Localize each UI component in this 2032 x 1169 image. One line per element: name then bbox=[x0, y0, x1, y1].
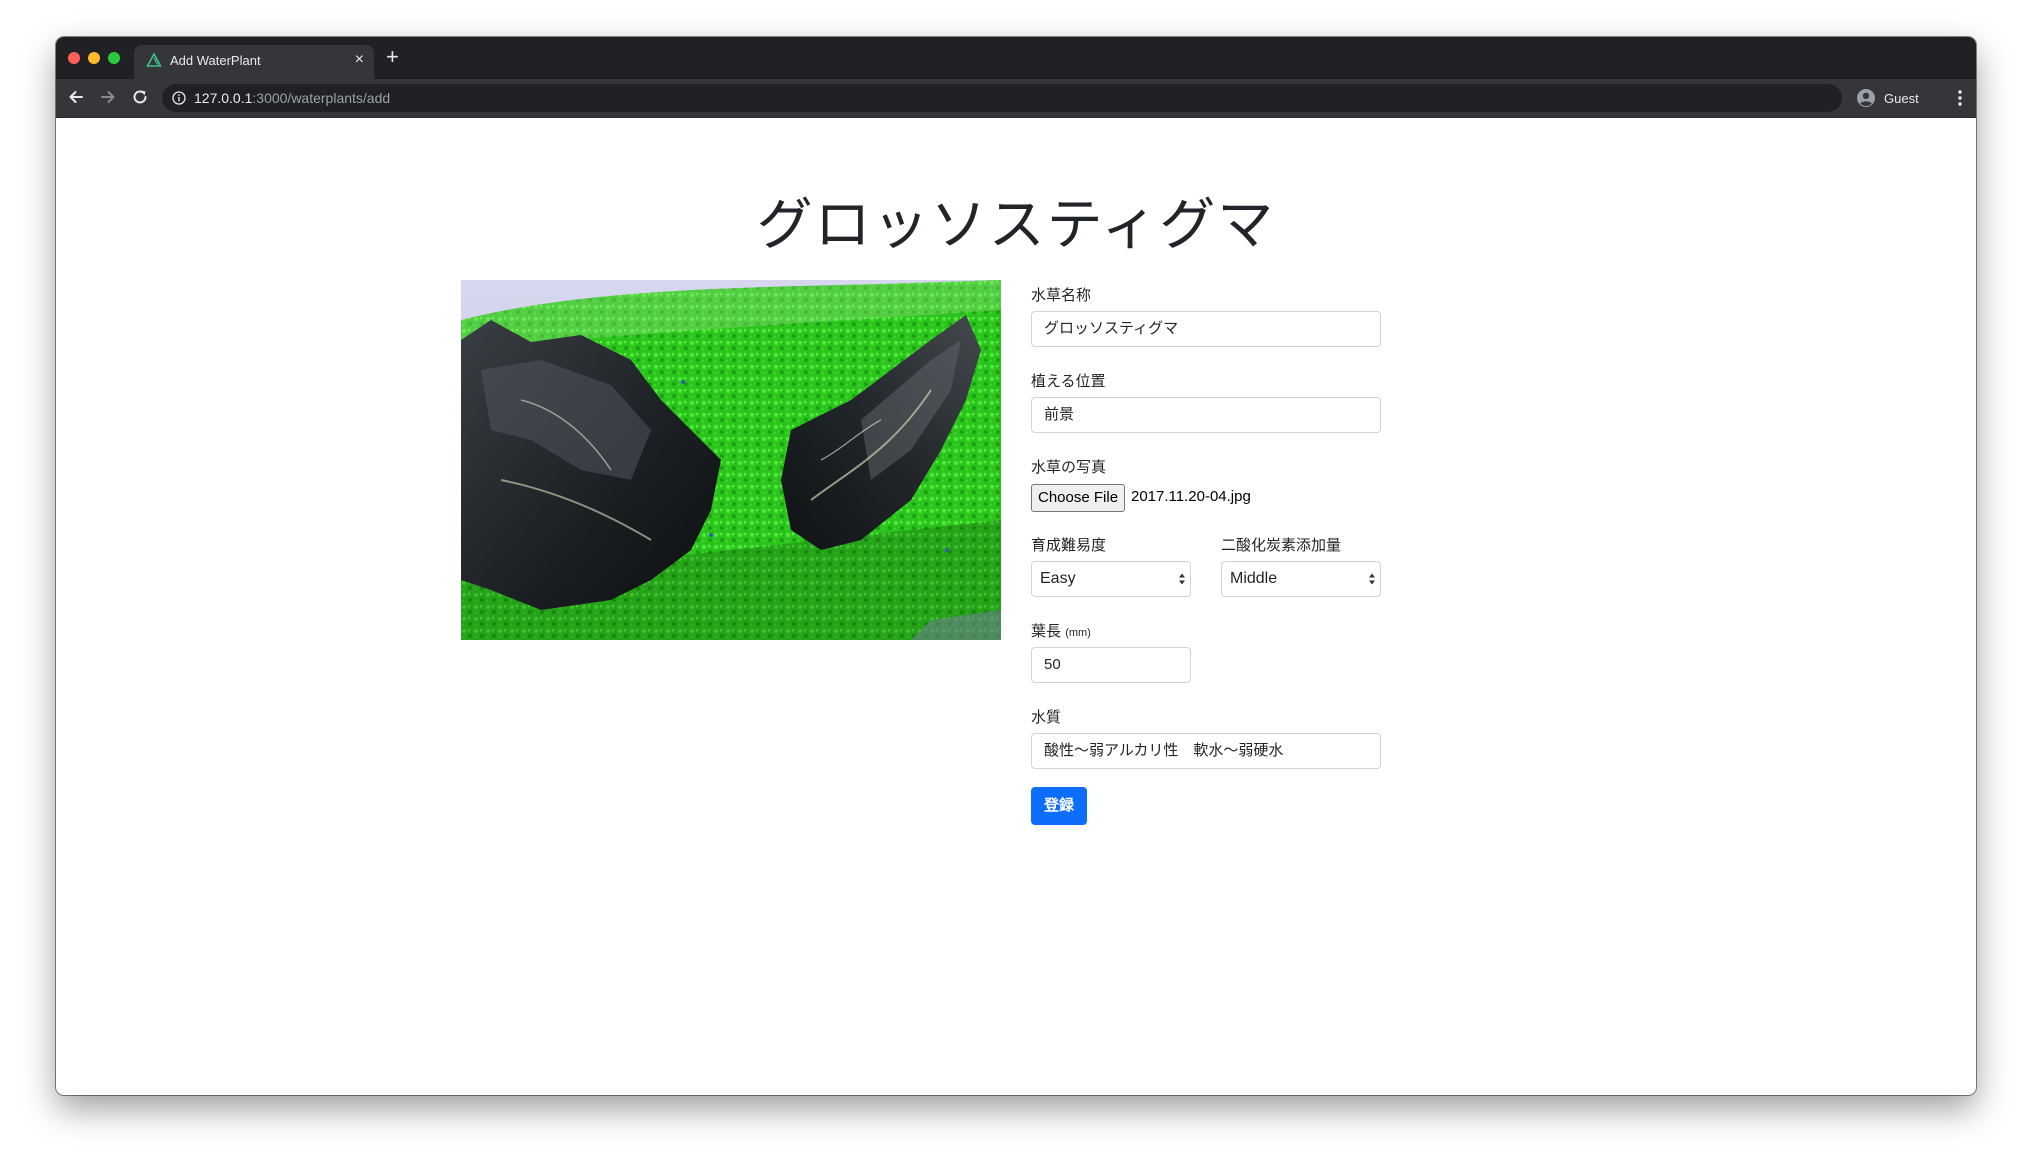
position-input[interactable]: 前景 bbox=[1031, 397, 1381, 433]
arrow-right-icon[interactable] bbox=[98, 87, 118, 107]
choose-file-button[interactable]: Choose File bbox=[1031, 484, 1126, 512]
page-viewport: グロッソスティグマ 水草名称 グロッソスティグマ 植える位置 前景 水草の写真 … bbox=[56, 118, 1976, 1095]
leaf-length-label-text: 葉長 bbox=[1031, 623, 1062, 640]
url-host: 127.0.0.1 bbox=[194, 90, 253, 106]
url-path: :3000/waterplants/add bbox=[252, 90, 391, 106]
co2-label: 二酸化炭素添加量 bbox=[1221, 537, 1342, 554]
tab-add-waterplant[interactable]: Add WaterPlant × bbox=[134, 45, 374, 79]
triangle-icon bbox=[146, 52, 162, 67]
tab-strip: Add WaterPlant × + bbox=[56, 37, 1976, 79]
selected-file-name: 2017.11.20-04.jpg bbox=[1131, 488, 1251, 505]
co2-selected-value: Middle bbox=[1230, 570, 1278, 587]
select-arrows-icon bbox=[1369, 573, 1375, 585]
photo-label: 水草の写真 bbox=[1031, 459, 1107, 476]
water-quality-input[interactable]: 酸性〜弱アルカリ性 軟水〜弱硬水 bbox=[1031, 733, 1381, 769]
info-icon[interactable] bbox=[172, 91, 186, 105]
submit-button[interactable]: 登録 bbox=[1031, 787, 1087, 825]
close-window-button[interactable] bbox=[68, 52, 80, 64]
profile-label: Guest bbox=[1884, 90, 1919, 106]
difficulty-select[interactable]: Easy bbox=[1031, 561, 1191, 597]
minimize-window-button[interactable] bbox=[88, 52, 100, 64]
address-bar[interactable]: 127.0.0.1:3000/waterplants/add bbox=[162, 84, 1842, 112]
name-label: 水草名称 bbox=[1031, 287, 1092, 304]
vertical-dots-icon[interactable] bbox=[1958, 88, 1962, 108]
difficulty-selected-value: Easy bbox=[1040, 570, 1076, 587]
leaf-length-unit: (mm) bbox=[1065, 627, 1091, 639]
page-title: グロッソスティグマ bbox=[756, 193, 1276, 256]
account-circle-icon bbox=[1857, 89, 1875, 107]
profile-button[interactable]: Guest bbox=[1856, 85, 1919, 111]
url-text: 127.0.0.1:3000/waterplants/add bbox=[194, 90, 390, 106]
browser-toolbar: 127.0.0.1:3000/waterplants/add Guest bbox=[56, 79, 1976, 118]
water-quality-label: 水質 bbox=[1031, 709, 1062, 726]
position-label: 植える位置 bbox=[1031, 373, 1106, 390]
reload-icon[interactable] bbox=[130, 87, 150, 107]
plant-photo bbox=[461, 280, 1001, 640]
tab-close-button[interactable]: × bbox=[355, 50, 364, 70]
select-arrows-icon bbox=[1179, 573, 1185, 585]
leaf-length-label: 葉長 (mm) bbox=[1031, 620, 1091, 641]
maximize-window-button[interactable] bbox=[108, 52, 120, 64]
tab-title: Add WaterPlant bbox=[170, 53, 261, 68]
browser-window: Add WaterPlant × + 127.0.0.1:3000/waterp… bbox=[56, 37, 1976, 1095]
co2-select[interactable]: Middle bbox=[1221, 561, 1381, 597]
new-tab-button[interactable]: + bbox=[386, 45, 399, 69]
aquarium-photo-illustration bbox=[461, 280, 1001, 640]
name-input[interactable]: グロッソスティグマ bbox=[1031, 311, 1381, 347]
arrow-left-icon[interactable] bbox=[66, 87, 86, 107]
difficulty-label: 育成難易度 bbox=[1031, 537, 1107, 554]
leaf-length-input[interactable]: 50 bbox=[1031, 647, 1191, 683]
